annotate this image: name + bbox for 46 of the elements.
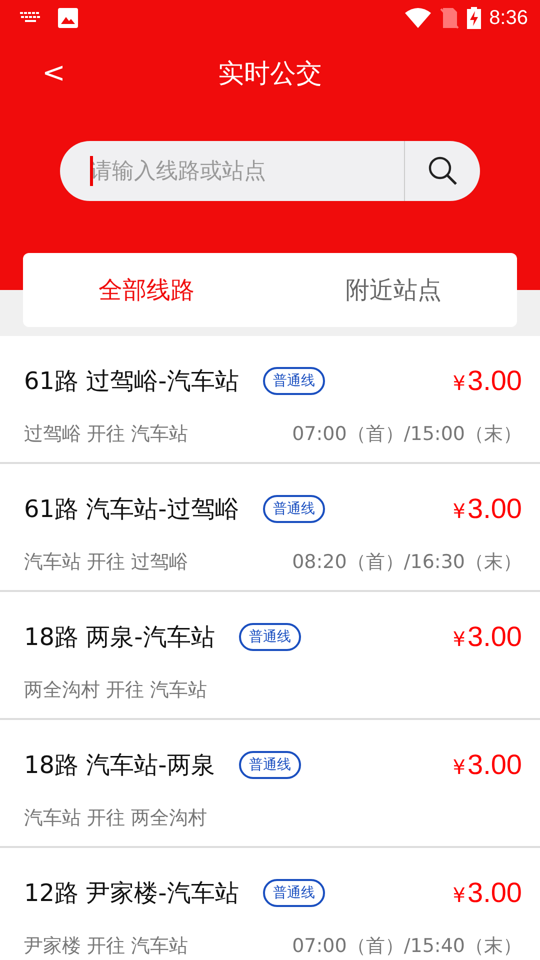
route-type-tag: 普通线 [262,495,325,523]
route-row[interactable]: 18路 两泉-汽车站 普通线 ¥3.00 两全沟村 开往 汽车站 [0,592,540,720]
fare-price: 3.00 [468,364,522,398]
text-cursor [90,156,93,186]
status-time: 8:36 [489,6,528,31]
route-name: 18路 两泉-汽车站 [24,622,215,653]
service-hours: 07:00（首）/15:40（末） [292,934,522,959]
fare-price: 3.00 [468,620,522,654]
back-button[interactable]: < [30,59,78,87]
battery-charging-icon [467,7,482,29]
route-direction: 汽车站 开往 两全沟村 [24,806,208,831]
route-type-tag: 普通线 [238,751,301,779]
service-hours: 07:00（首）/15:00（末） [292,422,522,447]
image-icon [58,8,78,28]
search-button[interactable] [404,141,480,201]
currency-sign: ¥ [452,754,466,781]
route-direction: 汽车站 开往 过驾峪 [24,550,188,575]
keyboard-icon [20,11,42,25]
route-name: 18路 汽车站-两泉 [24,750,215,781]
route-name: 61路 过驾峪-汽车站 [24,366,239,397]
route-row[interactable]: 61路 汽车站-过驾峪 普通线 ¥3.00 汽车站 开往 过驾峪 08:20（首）/16:30（末） [0,464,540,592]
route-type-tag: 普通线 [262,879,325,907]
route-direction: 尹家楼 开往 汽车站 [24,934,188,959]
route-type-tag: 普通线 [238,623,301,651]
route-direction: 过驾峪 开往 汽车站 [24,422,188,447]
route-name: 12路 尹家楼-汽车站 [24,878,239,909]
currency-sign: ¥ [452,882,466,909]
route-row[interactable]: 18路 汽车站-两泉 普通线 ¥3.00 汽车站 开往 两全沟村 [0,720,540,848]
fare-price: 3.00 [468,748,522,782]
currency-sign: ¥ [452,626,466,653]
tab[interactable]: 全部线路 [23,253,270,327]
route-type-tag: 普通线 [262,367,325,395]
fare-price: 3.00 [468,876,522,910]
route-name: 61路 汽车站-过驾峪 [24,494,239,525]
fare-price: 3.00 [468,492,522,526]
no-sim-icon [439,7,460,29]
route-direction: 两全沟村 开往 汽车站 [24,678,208,703]
route-row[interactable]: 61路 过驾峪-汽车站 普通线 ¥3.00 过驾峪 开往 汽车站 07:00（首）/15:00（末） [0,336,540,464]
wifi-icon [405,8,432,28]
currency-sign: ¥ [452,498,466,525]
page-title: 实时公交 [218,58,322,90]
route-row[interactable]: 12路 尹家楼-汽车站 普通线 ¥3.00 尹家楼 开往 汽车站 07:00（首）/15:40（末） [0,848,540,960]
service-hours: 08:20（首）/16:30（末） [292,550,522,575]
tab[interactable]: 附近站点 [270,253,517,327]
currency-sign: ¥ [452,370,466,397]
search-icon [426,155,458,187]
